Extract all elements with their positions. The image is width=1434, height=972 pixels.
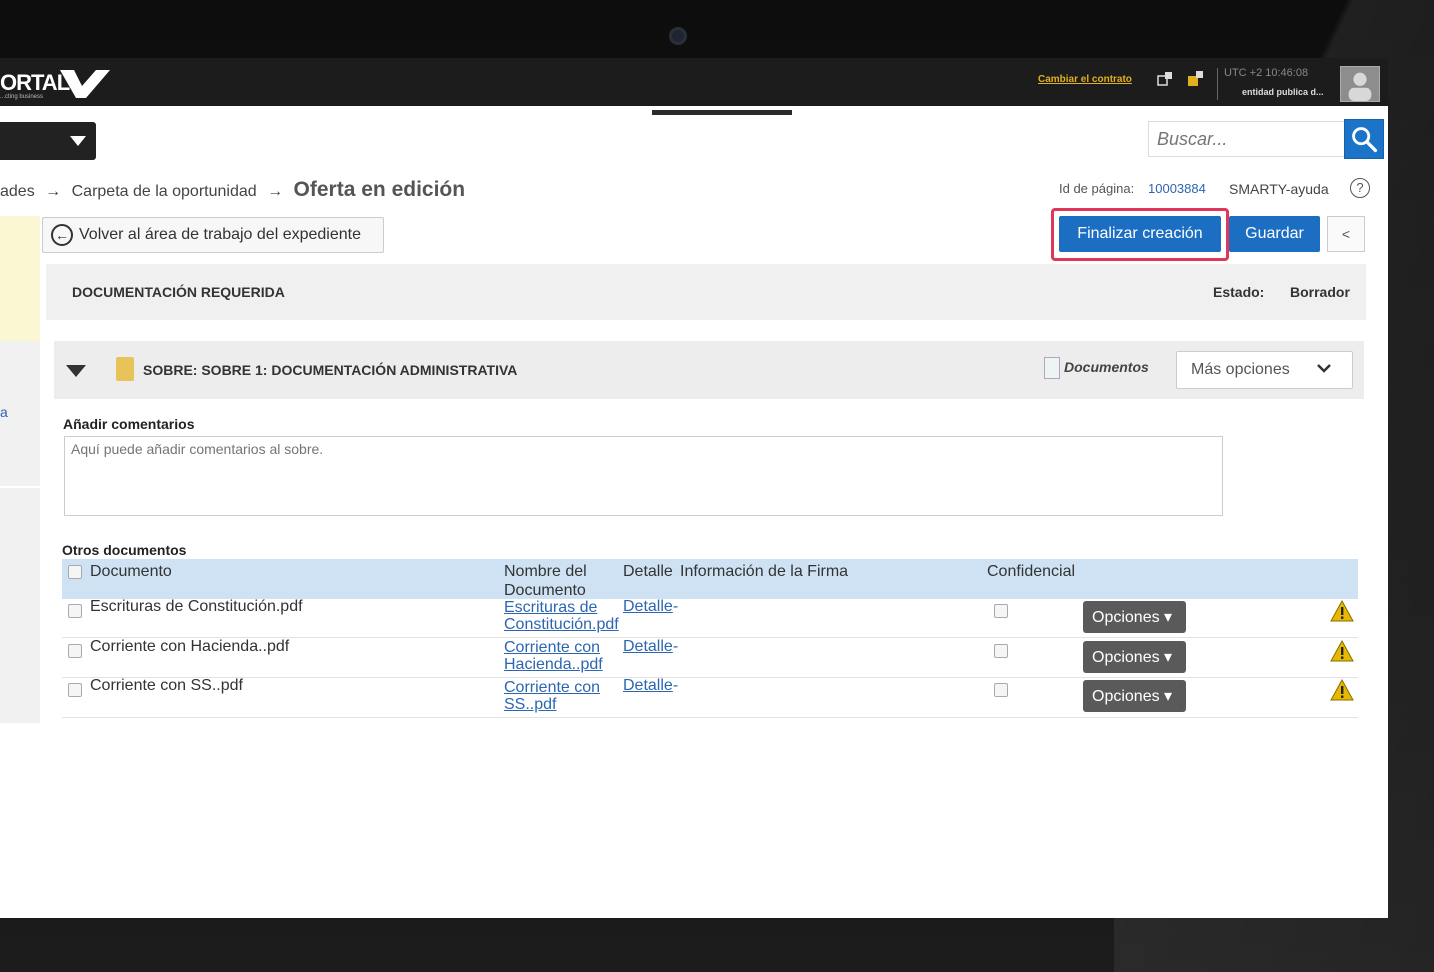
header-separator bbox=[1217, 68, 1218, 100]
options-label: Opciones bbox=[1092, 649, 1160, 666]
folder-tree-icon[interactable] bbox=[1186, 70, 1206, 88]
camera-icon bbox=[669, 27, 687, 45]
finalize-creation-button[interactable]: Finalizar creación bbox=[1059, 216, 1221, 252]
warning-icon bbox=[1330, 679, 1354, 701]
envelope-title: SOBRE: SOBRE 1: DOCUMENTACIÓN ADMINISTRA… bbox=[143, 362, 518, 378]
detail-link-label: Detalle bbox=[623, 677, 673, 694]
network-icon[interactable] bbox=[1156, 70, 1176, 88]
context-dropdown[interactable] bbox=[0, 122, 96, 160]
row-checkbox[interactable] bbox=[68, 604, 82, 618]
sidebar-panel bbox=[0, 216, 40, 341]
back-arrow-icon: ← bbox=[51, 224, 73, 246]
status-label: Estado: bbox=[1213, 284, 1265, 300]
section-header: DOCUMENTACIÓN REQUERIDA Estado: Borrador bbox=[46, 264, 1366, 320]
detail-link[interactable]: Detalle- bbox=[623, 677, 678, 695]
sidebar-link[interactable]: a bbox=[0, 404, 8, 420]
options-label: Opciones bbox=[1092, 609, 1160, 626]
comments-label: Añadir comentarios bbox=[63, 416, 195, 432]
table-title: Otros documentos bbox=[62, 542, 187, 558]
detail-link-label: Detalle bbox=[623, 598, 673, 615]
row-options-button[interactable]: Opciones ▾ bbox=[1083, 680, 1186, 712]
detail-link[interactable]: Detalle- bbox=[623, 598, 678, 616]
column-header-signature: Información de la Firma bbox=[680, 563, 849, 580]
utc-clock: UTC +2 10:46:08 bbox=[1224, 67, 1309, 79]
search-input[interactable] bbox=[1148, 121, 1346, 157]
column-header-document[interactable]: Documento bbox=[90, 562, 172, 581]
back-button-label: Volver al área de trabajo del expediente bbox=[79, 226, 361, 243]
chevron-down-icon bbox=[70, 136, 86, 146]
breadcrumb-item[interactable]: ades bbox=[0, 183, 35, 200]
document-cell: Corriente con SS..pdf bbox=[90, 677, 243, 694]
detail-link-label: Detalle bbox=[623, 638, 673, 655]
signature-dash: - bbox=[672, 677, 679, 694]
more-options-dropdown[interactable]: Más opciones bbox=[1176, 351, 1353, 389]
logo-text: ORTAL bbox=[0, 70, 70, 95]
section-title: DOCUMENTACIÓN REQUERIDA bbox=[72, 284, 285, 300]
row-checkbox[interactable] bbox=[68, 644, 82, 658]
column-header-name[interactable]: Nombre del Documento bbox=[504, 562, 604, 600]
sidebar-panel bbox=[0, 488, 40, 723]
search-icon[interactable] bbox=[1344, 119, 1384, 159]
row-divider bbox=[62, 677, 1358, 678]
breadcrumb-arrow: → bbox=[267, 183, 284, 200]
page-id-label: Id de página: bbox=[1059, 181, 1135, 196]
document-name-link[interactable]: Corriente con Hacienda..pdf bbox=[504, 639, 624, 673]
more-options-label: Más opciones bbox=[1191, 361, 1290, 378]
confidential-checkbox[interactable] bbox=[994, 644, 1008, 658]
app-screen: ORTAL ...cting business Cambiar el contr… bbox=[0, 58, 1388, 918]
document-cell: Corriente con Hacienda..pdf bbox=[90, 638, 290, 655]
table-header: Documento Nombre del Documento Detalle I… bbox=[62, 559, 1358, 599]
select-all-checkbox[interactable] bbox=[68, 565, 82, 579]
folder-icon bbox=[116, 357, 134, 381]
confidential-checkbox[interactable] bbox=[994, 683, 1008, 697]
collapse-button[interactable]: < bbox=[1327, 216, 1365, 252]
help-icon[interactable]: ? bbox=[1350, 178, 1370, 198]
row-divider bbox=[62, 717, 1358, 718]
logo-mark-icon bbox=[60, 70, 110, 98]
breadcrumb-arrow: → bbox=[45, 183, 62, 200]
status-badge: Borrador bbox=[1290, 284, 1350, 300]
documents-link[interactable]: Documentos bbox=[1064, 359, 1149, 375]
document-name-line: Escrituras de bbox=[504, 599, 598, 616]
warning-icon bbox=[1330, 600, 1354, 622]
page-title: Oferta en edición bbox=[293, 178, 466, 201]
change-contract-link[interactable]: Cambiar el contrato bbox=[1038, 74, 1132, 85]
document-name-line: SS..pdf bbox=[504, 696, 557, 713]
row-options-button[interactable]: Opciones ▾ bbox=[1083, 601, 1186, 633]
options-label: Opciones bbox=[1092, 688, 1160, 705]
row-options-button[interactable]: Opciones ▾ bbox=[1083, 641, 1186, 673]
signature-dash: - bbox=[672, 598, 679, 615]
detail-link[interactable]: Detalle- bbox=[623, 638, 678, 656]
save-button[interactable]: Guardar bbox=[1229, 216, 1320, 252]
breadcrumb: ades → Carpeta de la oportunidad → Ofert… bbox=[0, 178, 465, 202]
active-tab-indicator bbox=[652, 110, 792, 115]
column-header-confidential: Confidencial bbox=[987, 563, 1076, 580]
page-id-value: 10003884 bbox=[1148, 181, 1206, 196]
chevron-down-icon bbox=[1317, 364, 1331, 373]
document-name-link[interactable]: Escrituras de Constitución.pdf bbox=[504, 599, 624, 633]
document-name-line: Hacienda..pdf bbox=[504, 656, 603, 673]
document-name-line: Constitución.pdf bbox=[504, 616, 619, 633]
entity-name[interactable]: entidad publica d... bbox=[1242, 87, 1324, 97]
top-header: ORTAL ...cting business Cambiar el contr… bbox=[0, 58, 1388, 106]
back-to-workspace-button[interactable]: ← Volver al área de trabajo del expedien… bbox=[42, 217, 384, 253]
document-name-line: Corriente con bbox=[504, 639, 601, 656]
warning-icon bbox=[1330, 640, 1354, 662]
avatar-icon[interactable] bbox=[1340, 66, 1380, 102]
row-checkbox[interactable] bbox=[68, 683, 82, 697]
comments-textarea[interactable] bbox=[64, 436, 1223, 516]
breadcrumb-item[interactable]: Carpeta de la oportunidad bbox=[72, 183, 257, 200]
confidential-checkbox[interactable] bbox=[994, 604, 1008, 618]
column-header-detail: Detalle bbox=[623, 563, 673, 580]
signature-dash: - bbox=[672, 638, 679, 655]
envelope-header: SOBRE: SOBRE 1: DOCUMENTACIÓN ADMINISTRA… bbox=[54, 341, 1364, 399]
collapse-triangle-icon[interactable] bbox=[66, 365, 86, 377]
document-name-link[interactable]: Corriente con SS..pdf bbox=[504, 679, 624, 713]
document-cell: Escrituras de Constitución.pdf bbox=[90, 598, 303, 615]
document-icon bbox=[1044, 357, 1060, 379]
logo-subtitle: ...cting business bbox=[0, 94, 44, 100]
help-link[interactable]: SMARTY-ayuda bbox=[1229, 181, 1329, 197]
empty-content-area bbox=[0, 723, 1388, 918]
document-name-line: Corriente con bbox=[504, 679, 601, 696]
